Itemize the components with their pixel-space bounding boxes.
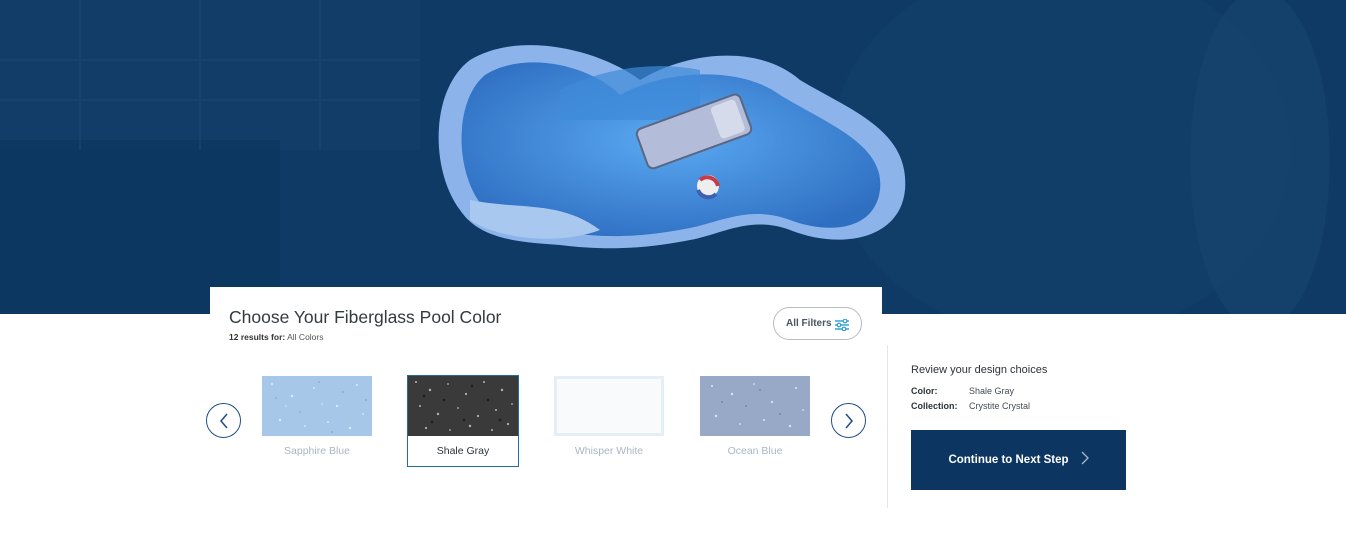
review-color-value: Shale Gray <box>969 386 1015 396</box>
swatch-whisper-white[interactable]: Whisper White <box>553 376 665 457</box>
review-color-row: Color: Shale Gray <box>911 386 1014 396</box>
review-collection-value: Crystite Crystal <box>969 401 1031 411</box>
hero-pool-image <box>0 0 1346 314</box>
swatch-name: Shale Gray <box>436 445 490 457</box>
swatch-name: Sapphire Blue <box>284 445 350 457</box>
sliders-icon <box>835 318 849 336</box>
swatch-sapphire-blue-image <box>262 376 372 436</box>
results-count: 12 results for: <box>229 332 286 342</box>
chevron-right-icon <box>844 413 853 428</box>
swatch-whisper-white-image <box>554 376 664 436</box>
review-color-label: Color: <box>911 386 938 396</box>
continue-next-step-button[interactable]: Continue to Next Step <box>911 430 1126 490</box>
swatch-sapphire-blue[interactable]: Sapphire Blue <box>261 376 373 457</box>
page-title: Choose Your Fiberglass Pool Color <box>229 307 502 327</box>
section-divider <box>887 345 888 508</box>
all-filters-label: All Filters <box>786 318 832 329</box>
chevron-right-icon <box>1081 451 1089 470</box>
carousel-prev-button[interactable] <box>206 403 241 438</box>
swatch-name: Ocean Blue <box>727 445 783 457</box>
pool-illustration <box>0 0 1346 314</box>
review-title: Review your design choices <box>911 364 1048 376</box>
results-summary: 12 results for: All Colors <box>229 332 324 342</box>
review-collection-label: Collection: <box>911 401 958 411</box>
continue-label: Continue to Next Step <box>948 454 1069 466</box>
swatch-shale-gray-image <box>408 376 518 436</box>
chevron-left-icon <box>219 413 228 428</box>
review-collection-row: Collection: Crystite Crystal <box>911 401 1030 411</box>
swatch-ocean-blue[interactable]: Ocean Blue <box>699 376 811 457</box>
all-filters-button[interactable]: All Filters <box>773 307 862 340</box>
swatch-ocean-blue-image <box>700 376 810 436</box>
color-panel-header: Choose Your Fiberglass Pool Color 12 res… <box>210 287 882 343</box>
swatch-shale-gray[interactable]: Shale Gray <box>407 375 519 467</box>
results-filter: All Colors <box>287 332 324 342</box>
swatch-name: Whisper White <box>574 445 644 457</box>
carousel-next-button[interactable] <box>831 403 866 438</box>
